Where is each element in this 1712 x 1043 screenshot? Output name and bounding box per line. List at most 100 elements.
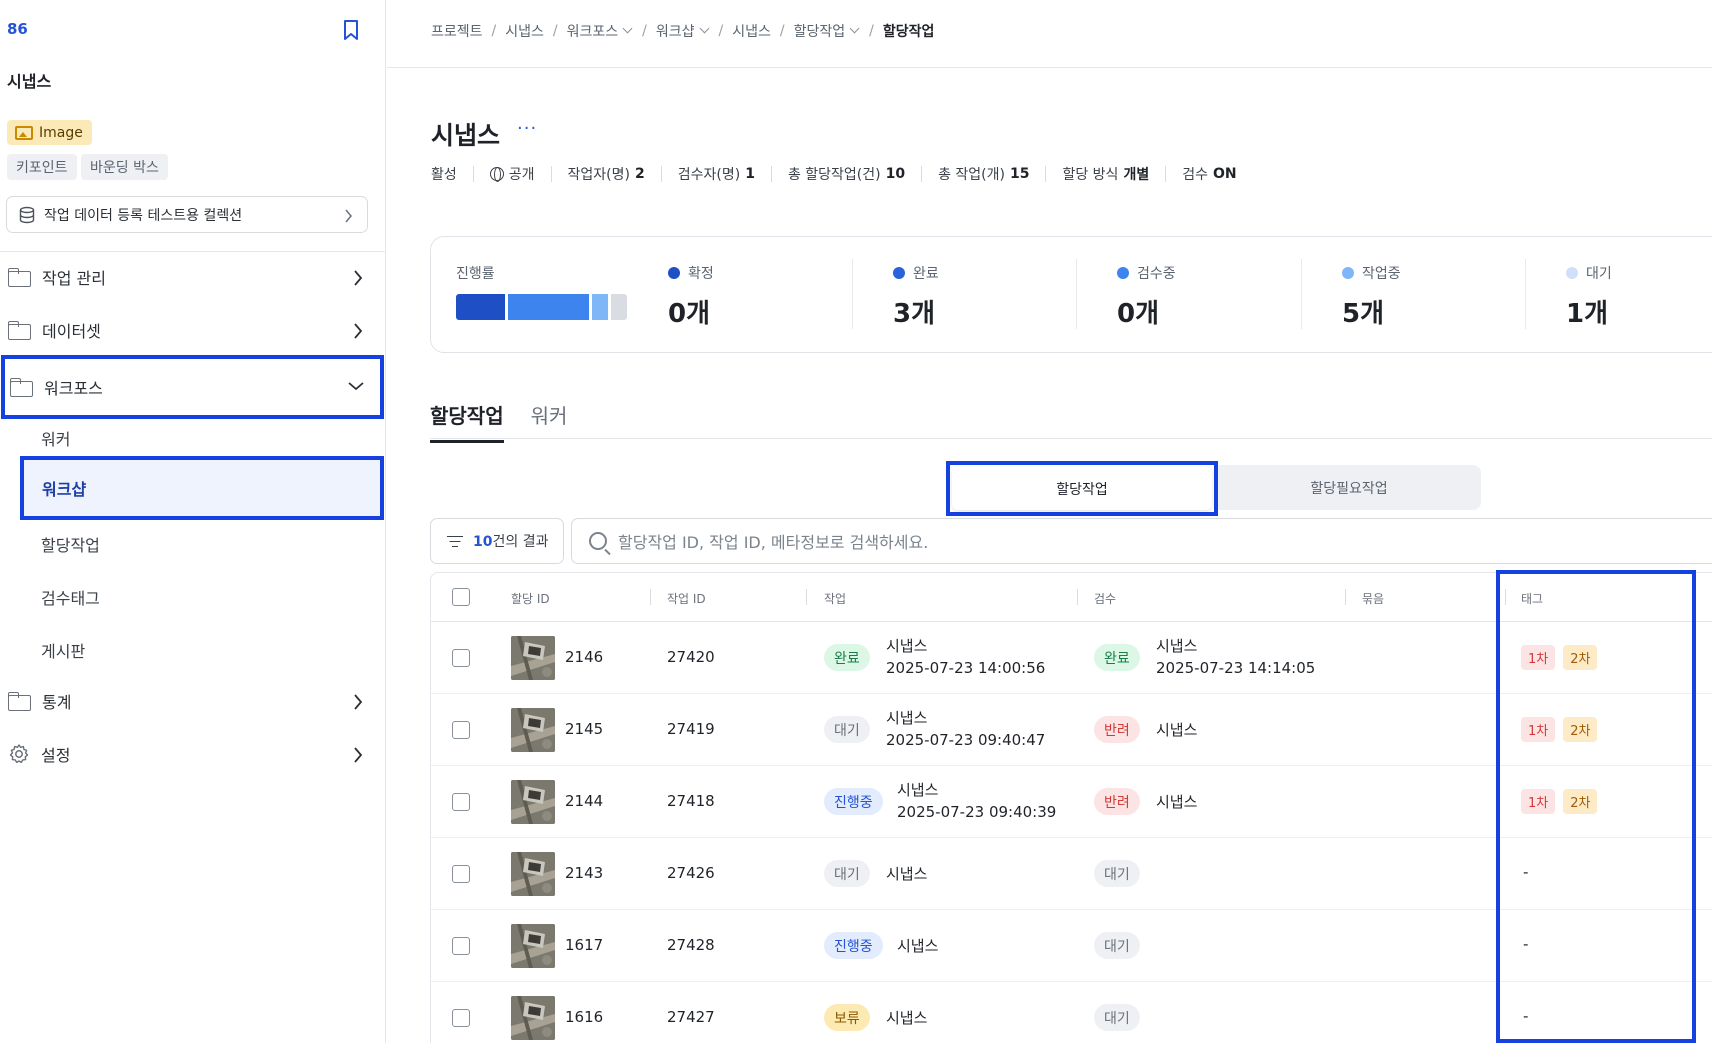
progress-segment [610, 294, 627, 320]
thumbnail-image[interactable] [511, 996, 555, 1040]
table-row[interactable]: 2144 27418 진행중 시냅스 2025-07-23 09:40:39 반려 시냅스 1… [431, 766, 1712, 838]
sidebar-sub-worker[interactable]: 워커 [41, 426, 70, 450]
col-assign-id[interactable]: 할당 ID [511, 590, 550, 607]
folder-icon [10, 378, 33, 397]
worker-count: 작업자(명) 2 [567, 166, 645, 183]
stat-confirmed: 확정 0개 [668, 266, 714, 329]
work-user: 시냅스 [897, 937, 939, 955]
assign-id[interactable]: 2145 [565, 720, 603, 738]
assign-id[interactable]: 2144 [565, 792, 603, 810]
assign-id[interactable]: 1617 [565, 936, 603, 954]
col-tags[interactable]: 태그 [1521, 590, 1543, 607]
task-id[interactable]: 27428 [667, 936, 715, 954]
tag-badge[interactable]: 2차 [1563, 717, 1598, 742]
sidebar-item-settings[interactable]: 설정 [0, 731, 385, 777]
tag-badge[interactable]: 1차 [1521, 717, 1556, 742]
segment-assignment-needed[interactable]: 할당필요작업 [1218, 465, 1480, 510]
sidebar-sub-assignments[interactable]: 할당작업 [41, 532, 100, 556]
sidebar-sub-board[interactable]: 게시판 [41, 638, 85, 662]
work-user: 시냅스 [886, 865, 928, 883]
task-id[interactable]: 27419 [667, 720, 715, 738]
workshop-meta: 활성 공개 작업자(명) 2 검수자(명) 1 총 할당작업(건) 10 총 작업(개… [431, 164, 1237, 184]
table-row[interactable]: 2143 27426 대기 시냅스 대기 - [431, 838, 1712, 910]
work-status-badge: 완료 [824, 644, 870, 671]
sidebar-item-task-management[interactable]: 작업 관리 [0, 254, 385, 300]
breadcrumb-workforce[interactable]: 워크포스 [567, 21, 634, 41]
thumbnail-image[interactable] [511, 636, 555, 680]
row-checkbox[interactable] [452, 865, 470, 883]
breadcrumb-workshop[interactable]: 워크샵 [656, 21, 710, 41]
tag-badge[interactable]: 1차 [1521, 789, 1556, 814]
assign-id[interactable]: 2143 [565, 864, 603, 882]
search-placeholder: 할당작업 ID, 작업 ID, 메타정보로 검색하세요. [618, 533, 929, 552]
thumbnail-image[interactable] [511, 780, 555, 824]
chevron-right-icon [354, 747, 363, 763]
header-divider [387, 67, 1712, 68]
assign-id[interactable]: 2146 [565, 648, 603, 666]
bookmark-icon[interactable] [340, 18, 362, 42]
segment-assignments[interactable]: 할당작업 [946, 461, 1218, 516]
row-checkbox[interactable] [452, 649, 470, 667]
sidebar-item-workforce[interactable]: 워크포스 [1, 355, 384, 419]
col-task-id[interactable]: 작업 ID [667, 590, 706, 607]
row-checkbox[interactable] [452, 793, 470, 811]
tag-badge[interactable]: 2차 [1563, 645, 1598, 670]
filter-button[interactable]: 10건의 결과 [430, 518, 564, 564]
tab-workers[interactable]: 워커 [531, 400, 568, 443]
project-title: 시냅스 [7, 72, 52, 91]
table-row[interactable]: 1616 27427 보류 시냅스 대기 - [431, 982, 1712, 1043]
globe-icon [489, 167, 504, 182]
col-review[interactable]: 검수 [1094, 590, 1116, 607]
tab-assignments[interactable]: 할당작업 [430, 400, 504, 443]
tag-badge[interactable]: 2차 [1563, 789, 1598, 814]
review-time: 2025-07-23 14:14:05 [1156, 659, 1316, 677]
breadcrumb-assignments[interactable]: 할당작업 [794, 21, 861, 41]
breadcrumb: 프로젝트 / 시냅스 / 워크포스 / 워크샵 / 시냅스 / 할당작업 / 할당작업 [431, 21, 935, 41]
status-dot [1342, 267, 1354, 279]
sidebar-item-dataset[interactable]: 데이터셋 [0, 307, 385, 353]
breadcrumb-project[interactable]: 프로젝트 [431, 21, 483, 41]
review-user: 시냅스 [1156, 793, 1198, 811]
assign-id[interactable]: 1616 [565, 1008, 603, 1026]
select-all-checkbox[interactable] [452, 588, 470, 606]
collection-selector[interactable]: 작업 데이터 등록 테스트용 컬렉션 [6, 196, 368, 233]
sidebar-sub-workshop[interactable]: 워크샵 [20, 456, 384, 520]
breadcrumb-workshop-name[interactable]: 시냅스 [732, 21, 771, 41]
task-id[interactable]: 27427 [667, 1008, 715, 1026]
image-type-badge: Image [7, 120, 92, 145]
filter-icon [447, 535, 463, 547]
thumbnail-image[interactable] [511, 924, 555, 968]
keypoint-chip: 키포인트 [7, 154, 77, 180]
sidebar-item-statistics[interactable]: 통계 [0, 678, 385, 724]
thumbnail-image[interactable] [511, 708, 555, 752]
stat-done: 완료 3개 [893, 266, 939, 329]
gear-icon [9, 744, 29, 764]
task-id[interactable]: 27420 [667, 648, 715, 666]
row-checkbox[interactable] [452, 937, 470, 955]
total-assignments: 총 할당작업(건) 10 [787, 166, 906, 183]
progress-card: 진행률 확정 0개 완료 3개 검수중 0개 작업중 5개 대기 1개 [430, 236, 1712, 353]
more-icon[interactable]: ··· [517, 118, 537, 139]
thumbnail-image[interactable] [511, 852, 555, 896]
breadcrumb-current: 할당작업 [882, 24, 935, 40]
tag-badge[interactable]: 1차 [1521, 645, 1556, 670]
search-field[interactable]: 할당작업 ID, 작업 ID, 메타정보로 검색하세요. [571, 518, 1712, 564]
col-work[interactable]: 작업 [824, 590, 846, 607]
col-bundle[interactable]: 묶음 [1362, 590, 1384, 607]
review-status-badge: 반려 [1094, 716, 1140, 743]
work-status-badge: 보류 [824, 1004, 870, 1031]
folder-icon [8, 268, 31, 287]
table-row[interactable]: 1617 27428 진행중 시냅스 대기 - [431, 910, 1712, 982]
row-checkbox[interactable] [452, 1009, 470, 1027]
breadcrumb-synapse[interactable]: 시냅스 [505, 21, 544, 41]
tag-list: 1차 2차 [1521, 717, 1605, 742]
status-dot [893, 267, 905, 279]
table-row[interactable]: 2145 27419 대기 시냅스 2025-07-23 09:40:47 반려 시냅스 1차… [431, 694, 1712, 766]
sidebar-sub-review-tags[interactable]: 검수태그 [41, 585, 100, 609]
tabs-divider [430, 438, 1712, 439]
task-id[interactable]: 27418 [667, 792, 715, 810]
task-id[interactable]: 27426 [667, 864, 715, 882]
review-status-badge: 완료 [1094, 644, 1140, 671]
row-checkbox[interactable] [452, 721, 470, 739]
table-row[interactable]: 2146 27420 완료 시냅스 2025-07-23 14:00:56 완료 시냅스 20… [431, 622, 1712, 694]
